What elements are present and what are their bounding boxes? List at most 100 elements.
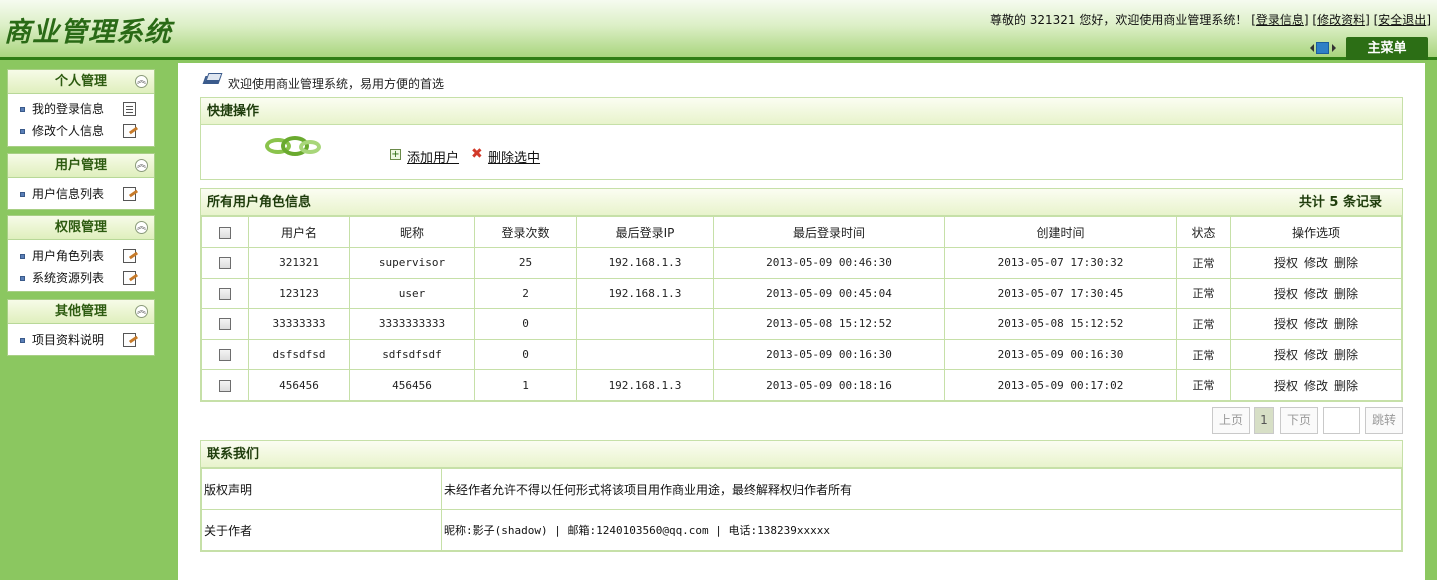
column-header: 最后登录时间 bbox=[713, 216, 945, 248]
prev-page-button[interactable]: 上页 bbox=[1212, 407, 1250, 434]
sidebar-group-other: 其他管理 ︽ 项目资料说明 bbox=[7, 299, 155, 356]
edit-profile-link[interactable]: 修改资料 bbox=[1317, 13, 1365, 27]
cell-last-ip: 192.168.1.3 bbox=[576, 247, 714, 279]
cell-login-count: 1 bbox=[474, 369, 577, 401]
table-header-row: 用户名 昵称 登录次数 最后登录IP 最后登录时间 创建时间 状态 操作选项 bbox=[201, 216, 1402, 248]
cell-created-time: 2013-05-09 00:16:30 bbox=[944, 338, 1177, 371]
cell-nickname: 3333333333 bbox=[349, 308, 475, 340]
logout-link[interactable]: 安全退出 bbox=[1378, 13, 1426, 27]
table-row: 版权声明 未经作者允许不得以任何形式将该项目用作商业用途，最终解释权归作者所有 bbox=[201, 468, 1402, 510]
sidebar-group-header[interactable]: 权限管理 ︽ bbox=[8, 216, 154, 240]
cell-last-login-time: 2013-05-09 00:45:04 bbox=[713, 277, 945, 310]
users-table: 用户名 昵称 登录次数 最后登录IP 最后登录时间 创建时间 状态 操作选项 3… bbox=[201, 216, 1402, 401]
delete-link[interactable]: 删除 bbox=[1334, 256, 1358, 270]
table-row: 33333333 3333333333 0 2013-05-08 15:12:5… bbox=[201, 308, 1402, 340]
cell-created-time: 2013-05-09 00:17:02 bbox=[944, 369, 1177, 401]
cell-username: 33333333 bbox=[248, 308, 350, 340]
authorize-link[interactable]: 授权 bbox=[1274, 256, 1298, 270]
add-icon: + bbox=[390, 149, 401, 160]
authorize-link[interactable]: 授权 bbox=[1274, 287, 1298, 301]
cell-last-ip bbox=[576, 338, 714, 371]
author-label: 关于作者 bbox=[201, 509, 442, 551]
next-page-button[interactable]: 下页 bbox=[1280, 407, 1318, 434]
cell-status: 正常 bbox=[1176, 308, 1231, 340]
edit-icon bbox=[123, 249, 136, 263]
sidebar-item-system-resources[interactable]: 系统资源列表 bbox=[8, 267, 154, 289]
cell-status: 正常 bbox=[1176, 247, 1231, 279]
cell-operations: 授权 修改 删除 bbox=[1230, 338, 1402, 371]
sidebar-item-user-list[interactable]: 用户信息列表 bbox=[8, 183, 154, 205]
select-all-checkbox[interactable] bbox=[219, 226, 231, 239]
cell-status: 正常 bbox=[1176, 369, 1231, 401]
add-user-link[interactable]: 添加用户 bbox=[407, 147, 459, 166]
delete-link[interactable]: 删除 bbox=[1334, 348, 1358, 362]
cell-nickname: sdfsdfsdf bbox=[349, 338, 475, 371]
sidebar-toggle-icon[interactable] bbox=[1310, 40, 1336, 56]
sidebar-item-user-roles[interactable]: 用户角色列表 bbox=[8, 245, 154, 267]
column-header: 创建时间 bbox=[944, 216, 1177, 248]
edit-link[interactable]: 修改 bbox=[1304, 287, 1328, 301]
edit-link[interactable]: 修改 bbox=[1304, 348, 1328, 362]
sidebar-group-users: 用户管理 ︽ 用户信息列表 bbox=[7, 153, 155, 210]
contact-title: 联系我们 bbox=[201, 441, 1402, 468]
sidebar-item-my-login-info[interactable]: 我的登录信息 bbox=[8, 98, 154, 120]
sidebar-group-header[interactable]: 个人管理 ︽ bbox=[8, 70, 154, 94]
row-checkbox[interactable] bbox=[219, 349, 231, 362]
cell-last-login-time: 2013-05-09 00:16:30 bbox=[713, 338, 945, 371]
main-content: 欢迎使用商业管理系统，易用方便的首选 快捷操作 + 添加用户 ✖ 删除选中 所有… bbox=[178, 63, 1425, 580]
jump-button[interactable]: 跳转 bbox=[1365, 407, 1403, 434]
sidebar-item-project-docs[interactable]: 项目资料说明 bbox=[8, 329, 154, 351]
edit-icon bbox=[123, 271, 136, 285]
cell-last-ip: 192.168.1.3 bbox=[576, 277, 714, 310]
row-checkbox[interactable] bbox=[219, 257, 231, 270]
collapse-icon[interactable]: ︽ bbox=[135, 305, 148, 318]
edit-link[interactable]: 修改 bbox=[1304, 379, 1328, 393]
column-header: 操作选项 bbox=[1230, 216, 1402, 248]
delete-link[interactable]: 删除 bbox=[1334, 379, 1358, 393]
authorize-link[interactable]: 授权 bbox=[1274, 379, 1298, 393]
delete-link[interactable]: 删除 bbox=[1334, 287, 1358, 301]
bullet-icon bbox=[20, 107, 25, 112]
sidebar-group-header[interactable]: 用户管理 ︽ bbox=[8, 154, 154, 178]
main-menu-tab[interactable]: 主菜单 bbox=[1346, 37, 1428, 60]
column-header: 登录次数 bbox=[474, 216, 577, 248]
cell-operations: 授权 修改 删除 bbox=[1230, 308, 1402, 340]
table-row: dsfsdfsd sdfsdfsdf 0 2013-05-09 00:16:30… bbox=[201, 338, 1402, 371]
collapse-icon[interactable]: ︽ bbox=[135, 75, 148, 88]
document-icon bbox=[123, 102, 136, 116]
welcome-text: 欢迎使用商业管理系统，易用方便的首选 bbox=[228, 77, 445, 91]
copyright-text: 未经作者允许不得以任何形式将该项目用作商业用途，最终解释权归作者所有 bbox=[441, 468, 1402, 510]
app-title: 商业管理系统 bbox=[4, 17, 172, 48]
delete-link[interactable]: 删除 bbox=[1334, 317, 1358, 331]
authorize-link[interactable]: 授权 bbox=[1274, 317, 1298, 331]
cell-operations: 授权 修改 删除 bbox=[1230, 277, 1402, 310]
author-text: 昵称:影子(shadow) | 邮箱:1240103560@qq.com | 电… bbox=[441, 509, 1402, 551]
delete-x-icon: ✖ bbox=[471, 146, 483, 162]
sidebar-group-header[interactable]: 其他管理 ︽ bbox=[8, 300, 154, 324]
cell-status: 正常 bbox=[1176, 338, 1231, 371]
authorize-link[interactable]: 授权 bbox=[1274, 348, 1298, 362]
column-header: 昵称 bbox=[349, 216, 475, 248]
row-checkbox[interactable] bbox=[219, 379, 231, 392]
delete-selected-link[interactable]: 删除选中 bbox=[488, 147, 540, 166]
bullet-icon bbox=[20, 254, 25, 259]
page-jump-input[interactable] bbox=[1323, 407, 1360, 434]
collapse-icon[interactable]: ︽ bbox=[135, 221, 148, 234]
edit-link[interactable]: 修改 bbox=[1304, 256, 1328, 270]
login-info-link[interactable]: 登录信息 bbox=[1256, 13, 1304, 27]
edit-icon bbox=[123, 187, 136, 201]
collapse-icon[interactable]: ︽ bbox=[135, 159, 148, 172]
row-checkbox[interactable] bbox=[219, 318, 231, 331]
cell-last-login-time: 2013-05-09 00:46:30 bbox=[713, 247, 945, 279]
column-header: 用户名 bbox=[248, 216, 350, 248]
top-header: 商业管理系统 尊敬的 321321 您好，欢迎使用商业管理系统！ [登录信息] … bbox=[0, 0, 1437, 60]
table-row: 321321 supervisor 25 192.168.1.3 2013-05… bbox=[201, 247, 1402, 279]
cell-created-time: 2013-05-07 17:30:45 bbox=[944, 277, 1177, 310]
sidebar-item-edit-personal-info[interactable]: 修改个人信息 bbox=[8, 120, 154, 142]
cell-created-time: 2013-05-08 15:12:52 bbox=[944, 308, 1177, 340]
row-checkbox[interactable] bbox=[219, 287, 231, 300]
edit-link[interactable]: 修改 bbox=[1304, 317, 1328, 331]
page-number-current[interactable]: 1 bbox=[1254, 407, 1274, 434]
cell-created-time: 2013-05-07 17:30:32 bbox=[944, 247, 1177, 279]
cell-status: 正常 bbox=[1176, 277, 1231, 310]
